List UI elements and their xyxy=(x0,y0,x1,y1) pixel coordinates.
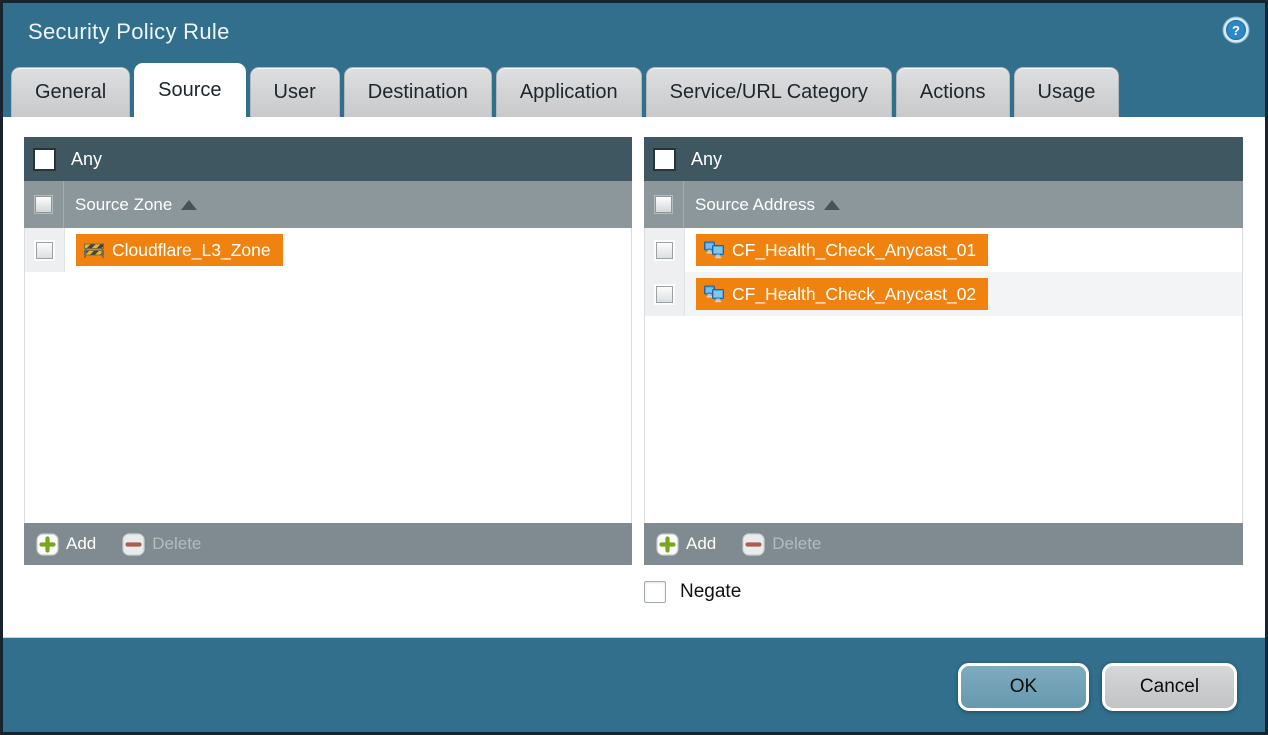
delete-button[interactable]: Delete xyxy=(742,533,821,556)
tab-source[interactable]: Source xyxy=(134,63,245,117)
address-entry[interactable]: CF_Health_Check_Anycast_02 xyxy=(696,278,988,310)
zone-entry[interactable]: Cloudflare_L3_Zone xyxy=(76,234,283,266)
source-zone-select-all-checkbox[interactable] xyxy=(35,196,52,213)
add-icon xyxy=(36,533,59,556)
source-address-column-header[interactable]: Source Address xyxy=(644,181,1243,228)
dialog-footer: OK Cancel xyxy=(3,638,1265,732)
tab-service-url-category[interactable]: Service/URL Category xyxy=(646,67,892,117)
source-address-any-checkbox[interactable] xyxy=(653,148,676,171)
row-checkbox[interactable] xyxy=(656,286,673,303)
dialog-titlebar: Security Policy Rule ? xyxy=(3,3,1265,61)
source-tab-content: Any Source Zone xyxy=(3,117,1265,638)
zone-icon xyxy=(83,242,105,259)
add-button[interactable]: Add xyxy=(656,533,716,556)
source-zone-column-label: Source Zone xyxy=(75,195,172,215)
svg-text:?: ? xyxy=(1232,23,1240,38)
source-zone-list: Cloudflare_L3_Zone xyxy=(24,228,632,523)
source-address-column-label: Source Address xyxy=(695,195,815,215)
add-button[interactable]: Add xyxy=(36,533,96,556)
tab-actions[interactable]: Actions xyxy=(896,67,1010,117)
address-entry[interactable]: CF_Health_Check_Anycast_01 xyxy=(696,234,988,266)
delete-button[interactable]: Delete xyxy=(122,533,201,556)
negate-label: Negate xyxy=(680,581,741,603)
row-label: Cloudflare_L3_Zone xyxy=(112,240,271,261)
dialog-title: Security Policy Rule xyxy=(28,19,230,45)
tab-user[interactable]: User xyxy=(250,67,340,117)
source-zone-toolbar: Add Delete xyxy=(24,523,632,565)
source-address-toolbar: Add Delete xyxy=(644,523,1243,565)
row-label: CF_Health_Check_Anycast_01 xyxy=(732,240,976,261)
cancel-button[interactable]: Cancel xyxy=(1102,663,1237,711)
source-zone-column-header[interactable]: Source Zone xyxy=(24,181,632,228)
source-address-select-all-checkbox[interactable] xyxy=(655,196,672,213)
add-button-label: Add xyxy=(686,534,716,554)
address-icon xyxy=(703,285,725,303)
delete-icon xyxy=(742,533,765,556)
tab-bar: General Source User Destination Applicat… xyxy=(3,61,1265,117)
row-checkbox[interactable] xyxy=(36,242,53,259)
tab-general[interactable]: General xyxy=(11,67,130,117)
help-icon[interactable]: ? xyxy=(1221,15,1251,45)
delete-button-label: Delete xyxy=(152,534,201,554)
add-button-label: Add xyxy=(66,534,96,554)
source-address-list: CF_Health_Check_Anycast_01 xyxy=(644,228,1243,523)
negate-checkbox[interactable] xyxy=(644,581,666,603)
ok-button[interactable]: OK xyxy=(958,663,1089,711)
tab-destination[interactable]: Destination xyxy=(344,67,492,117)
table-row: CF_Health_Check_Anycast_01 xyxy=(645,228,1242,272)
source-zone-panel: Any Source Zone xyxy=(24,137,632,565)
table-row: Cloudflare_L3_Zone xyxy=(25,228,631,272)
sort-ascending-icon xyxy=(181,200,197,210)
tab-usage[interactable]: Usage xyxy=(1014,67,1120,117)
negate-row: Negate xyxy=(644,581,1243,603)
source-address-panel: Any Source Address xyxy=(644,137,1243,565)
security-policy-rule-dialog: Security Policy Rule ? General Source Us… xyxy=(0,0,1268,735)
add-icon xyxy=(656,533,679,556)
source-address-any-label: Any xyxy=(691,149,722,170)
table-row: CF_Health_Check_Anycast_02 xyxy=(645,272,1242,316)
tab-application[interactable]: Application xyxy=(496,67,642,117)
sort-ascending-icon xyxy=(824,200,840,210)
delete-icon xyxy=(122,533,145,556)
row-checkbox[interactable] xyxy=(656,242,673,259)
address-icon xyxy=(703,241,725,259)
source-zone-any-label: Any xyxy=(71,149,102,170)
source-zone-any-checkbox[interactable] xyxy=(33,148,56,171)
row-label: CF_Health_Check_Anycast_02 xyxy=(732,284,976,305)
source-zone-any-bar: Any xyxy=(24,137,632,181)
delete-button-label: Delete xyxy=(772,534,821,554)
source-address-any-bar: Any xyxy=(644,137,1243,181)
